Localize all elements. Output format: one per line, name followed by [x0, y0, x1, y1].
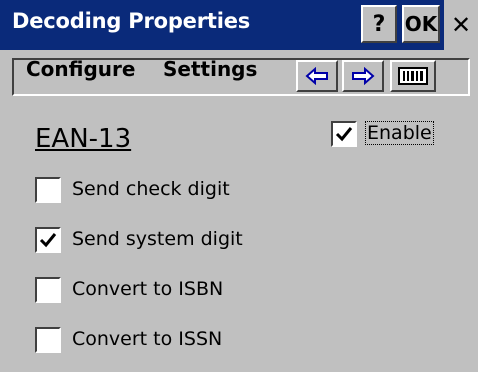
- convert-to-issn-checkbox[interactable]: [35, 327, 61, 353]
- menu-bar: Configure Settings: [0, 50, 478, 102]
- barcode-icon: [398, 67, 428, 85]
- back-button[interactable]: [296, 60, 338, 92]
- window-title: Decoding Properties: [12, 9, 251, 33]
- help-button[interactable]: ?: [361, 5, 397, 43]
- checkmark-icon: [39, 233, 57, 248]
- forward-button[interactable]: [342, 60, 384, 92]
- menu-configure[interactable]: Configure: [26, 57, 135, 81]
- close-button[interactable]: ✕: [444, 0, 478, 50]
- send-system-digit-label[interactable]: Send system digit: [72, 228, 243, 250]
- title-bar: Decoding Properties ? OK: [0, 0, 478, 50]
- send-system-digit-checkbox[interactable]: [35, 227, 61, 253]
- left-arrow-icon: [305, 67, 328, 85]
- enable-checkbox[interactable]: [331, 121, 357, 147]
- menu-settings[interactable]: Settings: [163, 57, 257, 81]
- barcode-button[interactable]: [390, 60, 436, 92]
- send-check-digit-label[interactable]: Send check digit: [72, 178, 230, 200]
- convert-to-isbn-checkbox[interactable]: [35, 277, 61, 303]
- close-icon: ✕: [450, 11, 472, 39]
- checkmark-icon: [335, 127, 353, 142]
- enable-label[interactable]: Enable: [365, 121, 434, 145]
- symbology-name: EAN-13: [35, 124, 132, 154]
- convert-to-issn-label[interactable]: Convert to ISSN: [72, 328, 222, 350]
- right-arrow-icon: [352, 67, 375, 85]
- convert-to-isbn-label[interactable]: Convert to ISBN: [72, 278, 223, 300]
- ok-button[interactable]: OK: [402, 5, 440, 43]
- send-check-digit-checkbox[interactable]: [35, 177, 61, 203]
